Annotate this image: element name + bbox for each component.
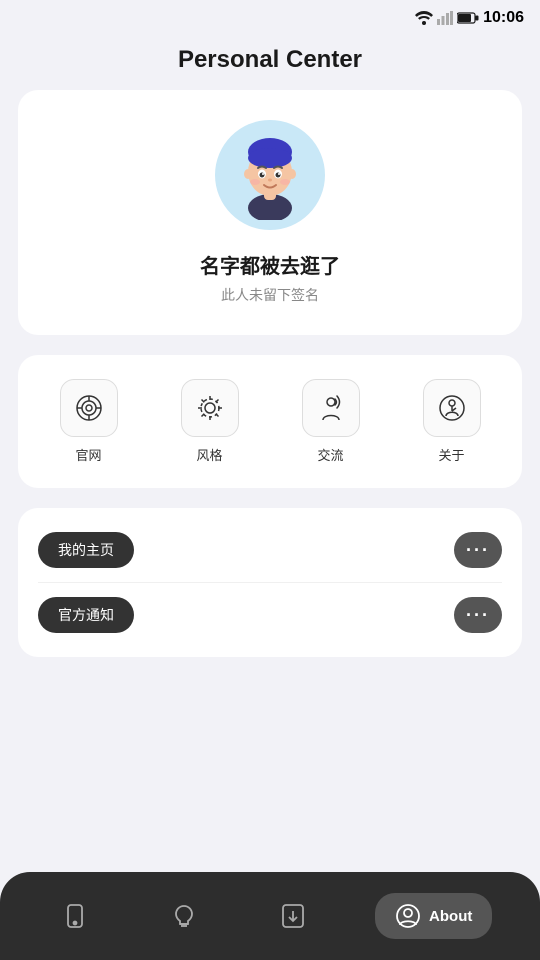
about-nav-label: About <box>429 908 472 925</box>
status-icons: 10:06 <box>415 9 524 27</box>
style-icon-wrap <box>181 379 239 437</box>
exchange-icon-wrap <box>302 379 360 437</box>
person-circle-icon <box>395 903 421 929</box>
battery-icon <box>457 12 479 24</box>
action-row-homepage: 我的主页 ··· <box>38 518 502 583</box>
sun-spin-icon <box>194 392 226 424</box>
wifi-icon <box>415 11 433 25</box>
about-label: 关于 <box>438 445 464 464</box>
about-icon-wrap <box>423 379 481 437</box>
status-time: 10:06 <box>483 9 524 27</box>
official-icon-wrap <box>60 379 118 437</box>
avatar <box>215 120 325 230</box>
avatar-image <box>225 130 315 220</box>
nav-item-about[interactable]: About <box>375 893 492 939</box>
bulb-icon <box>171 903 197 929</box>
page-title: Personal Center <box>0 46 540 74</box>
action-card: 我的主页 ··· 官方通知 ··· <box>18 508 522 657</box>
nav-item-discover[interactable] <box>157 895 211 937</box>
notification-tag[interactable]: 官方通知 <box>38 597 134 633</box>
phone-icon <box>62 903 88 929</box>
exchange-label: 交流 <box>317 445 343 464</box>
style-label: 风格 <box>196 445 222 464</box>
quick-menu-card: 官网 风格 <box>18 355 522 488</box>
quick-item-exchange[interactable]: 交流 <box>270 379 391 464</box>
nav-item-home[interactable] <box>48 895 102 937</box>
profile-card: 名字都被去逛了 此人未留下签名 <box>18 90 522 335</box>
official-label: 官网 <box>75 445 101 464</box>
download-icon <box>280 903 306 929</box>
clock-person-icon <box>436 392 468 424</box>
user-bio: 此人未留下签名 <box>221 285 319 305</box>
bottom-nav: About <box>0 872 540 960</box>
notification-dot-btn[interactable]: ··· <box>454 597 502 633</box>
quick-item-official[interactable]: 官网 <box>28 379 149 464</box>
status-bar: 10:06 <box>0 0 540 36</box>
signal-icon <box>437 11 453 25</box>
homepage-tag[interactable]: 我的主页 <box>38 532 134 568</box>
username: 名字都被去逛了 <box>200 250 340 279</box>
nav-item-download[interactable] <box>266 895 320 937</box>
action-row-notification: 官方通知 ··· <box>38 583 502 647</box>
spiral-icon <box>73 392 105 424</box>
quick-item-style[interactable]: 风格 <box>149 379 270 464</box>
quick-item-about[interactable]: 关于 <box>391 379 512 464</box>
page-title-bar: Personal Center <box>0 36 540 90</box>
person-signal-icon <box>315 392 347 424</box>
homepage-dot-btn[interactable]: ··· <box>454 532 502 568</box>
